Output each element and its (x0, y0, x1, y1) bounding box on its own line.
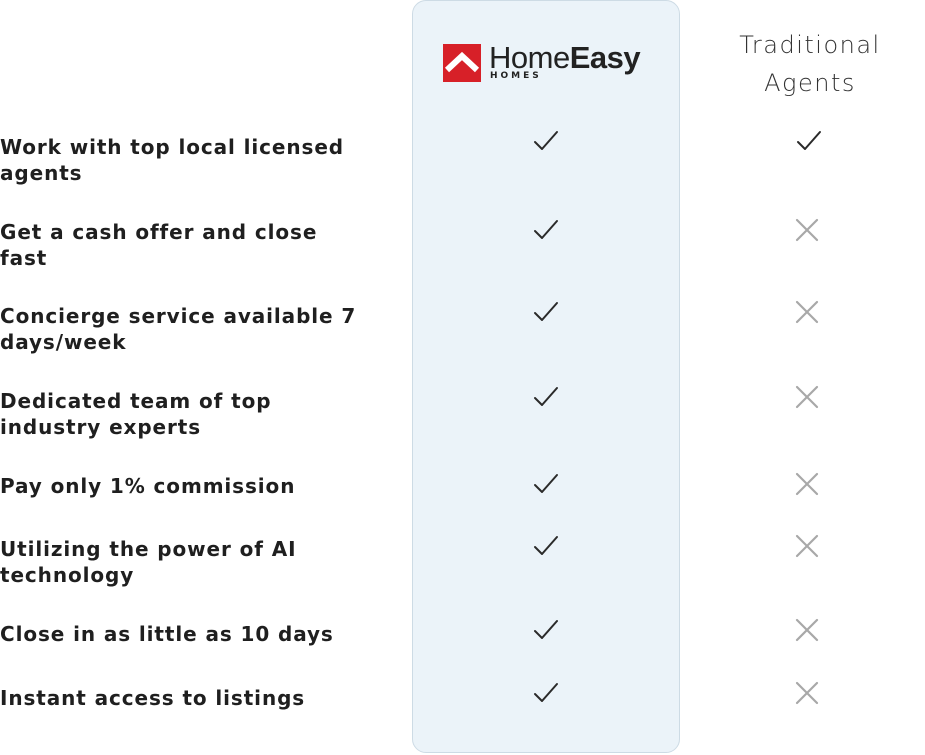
house-logo-icon (443, 44, 481, 82)
feature-label: Get a cash offer and close fast (0, 220, 318, 270)
traditional-header-line2: Agents (764, 69, 856, 97)
x-icon (792, 297, 822, 327)
check-icon (531, 615, 561, 645)
homeeasy-logo: HomeEasy HOMES (443, 40, 641, 86)
x-icon (792, 678, 822, 708)
feature-label: Concierge service available 7 days/week (0, 304, 357, 354)
feature-label: Utilizing the power of AI technology (0, 537, 297, 587)
traditional-header-line1: Traditional (739, 31, 881, 59)
check-icon (531, 297, 561, 327)
check-icon (531, 126, 561, 156)
brand-name: HomeEasy (489, 40, 641, 75)
feature-label: Close in as little as 10 days (0, 622, 334, 646)
feature-label: Instant access to listings (0, 686, 306, 710)
brand-name-bold: Easy (569, 40, 641, 75)
x-icon (792, 531, 822, 561)
x-icon (792, 215, 822, 245)
check-icon (531, 531, 561, 561)
brand-name-light: Home (489, 40, 570, 75)
check-icon (531, 469, 561, 499)
feature-label: Pay only 1% commission (0, 474, 296, 498)
x-icon (792, 615, 822, 645)
feature-label: Dedicated team of top industry experts (0, 389, 272, 439)
x-icon (792, 382, 822, 412)
check-icon (531, 382, 561, 412)
check-icon (531, 678, 561, 708)
feature-label: Work with top local licensed agents (0, 135, 345, 185)
traditional-agents-header: Traditional Agents (700, 26, 920, 102)
x-icon (792, 469, 822, 499)
brand-subtitle: HOMES (490, 71, 542, 81)
check-icon (794, 126, 824, 156)
check-icon (531, 215, 561, 245)
